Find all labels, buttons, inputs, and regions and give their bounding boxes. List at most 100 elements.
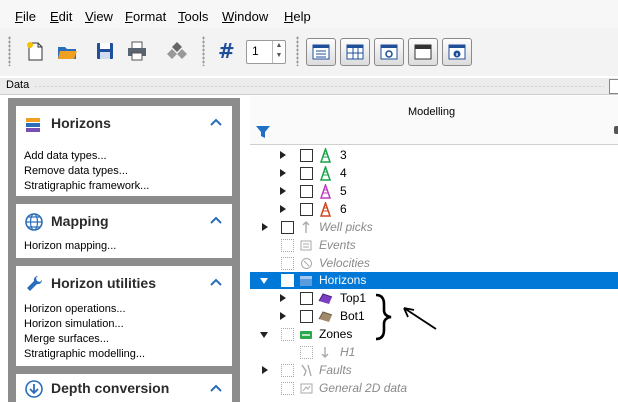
expand-arrow-icon[interactable]	[280, 169, 286, 177]
action-horizon-simulation[interactable]: Horizon simulation...	[24, 318, 124, 330]
wrench-icon	[27, 275, 43, 291]
card-header-horizon-utilities[interactable]: Horizon utilities	[16, 266, 232, 300]
tree-item-well-6[interactable]: 6	[250, 201, 618, 218]
collapse-chevron-icon[interactable]	[210, 383, 222, 393]
table-view-button[interactable]	[340, 38, 370, 66]
list-view-button[interactable]	[306, 38, 336, 66]
save-icon[interactable]	[94, 40, 116, 62]
panel-restore-icon[interactable]	[609, 79, 618, 94]
tree-item-velocities[interactable]: Velocities	[250, 255, 618, 272]
action-horizon-operations[interactable]: Horizon operations...	[24, 303, 126, 315]
tree-item-h1[interactable]: H1	[250, 344, 618, 361]
expand-arrow-icon[interactable]	[280, 312, 286, 320]
diamond-tool-icon[interactable]	[166, 40, 188, 62]
hash-icon[interactable]: #	[216, 40, 238, 62]
menu-edit[interactable]: Edit	[50, 9, 72, 24]
info-window-button[interactable]	[442, 38, 472, 66]
visibility-checkbox[interactable]	[300, 203, 313, 216]
collapse-chevron-icon[interactable]	[210, 277, 222, 287]
visibility-checkbox[interactable]	[281, 239, 294, 252]
expand-arrow-icon[interactable]	[280, 187, 286, 195]
visibility-checkbox[interactable]	[281, 221, 294, 234]
visibility-checkbox[interactable]	[300, 292, 313, 305]
menu-view[interactable]: View	[85, 9, 113, 24]
card-title: Depth conversion	[51, 380, 170, 396]
window-button[interactable]	[408, 38, 438, 66]
expand-arrow-icon[interactable]	[280, 294, 286, 302]
toolbar-grip[interactable]	[296, 36, 299, 66]
general-2d-data-icon	[300, 383, 313, 394]
menu-file[interactable]: File	[15, 9, 36, 24]
tree-item-label: Events	[319, 238, 356, 252]
stepper-arrows[interactable]: ▲ ▼	[272, 41, 285, 63]
action-stratigraphic-framework[interactable]: Stratigraphic framework...	[24, 180, 149, 192]
faults-icon	[301, 364, 312, 377]
tree-item-label: 4	[340, 166, 347, 180]
scroll-handle[interactable]	[614, 126, 618, 134]
expand-arrow-icon[interactable]	[262, 366, 268, 374]
visibility-checkbox[interactable]	[281, 382, 294, 395]
workflow-panel: Horizons Add data types... Remove data t…	[8, 98, 240, 402]
new-file-icon[interactable]	[24, 40, 46, 62]
menu-format[interactable]: Format	[125, 9, 166, 24]
globe-icon	[25, 213, 43, 231]
collapse-arrow-icon[interactable]	[260, 278, 268, 284]
card-title: Mapping	[51, 213, 109, 229]
tree-header: Modelling	[250, 96, 618, 144]
well-icon	[319, 184, 332, 199]
action-merge-surfaces[interactable]: Merge surfaces...	[24, 333, 109, 345]
action-stratigraphic-modelling[interactable]: Stratigraphic modelling...	[24, 348, 145, 360]
card-header-depth-conversion[interactable]: Depth conversion	[16, 374, 232, 402]
tree-item-well-picks[interactable]: Well picks	[250, 219, 618, 236]
tree-item-horizons[interactable]: Horizons	[250, 272, 618, 289]
visibility-checkbox[interactable]	[300, 346, 313, 359]
menu-help[interactable]: Help	[284, 9, 311, 24]
expand-arrow-icon[interactable]	[262, 223, 268, 231]
data-panel-titlebar[interactable]: Data	[0, 78, 618, 95]
action-remove-data-types[interactable]: Remove data types...	[24, 165, 128, 177]
menu-tools[interactable]: Tools	[178, 9, 208, 24]
tree-item-well-5[interactable]: 5	[250, 183, 618, 200]
settings-window-button[interactable]	[374, 38, 404, 66]
zones-icon	[300, 331, 312, 339]
horizons-icon	[26, 118, 40, 132]
expand-arrow-icon[interactable]	[280, 151, 286, 159]
action-add-data-types[interactable]: Add data types...	[24, 150, 107, 162]
tree-item-well-4[interactable]: 4	[250, 165, 618, 182]
visibility-checkbox[interactable]	[300, 149, 313, 162]
card-header-horizons[interactable]: Horizons	[16, 106, 232, 140]
tree-item-general-2d-data[interactable]: General 2D data	[250, 380, 618, 397]
tree-item-label: H1	[340, 345, 356, 359]
well-icon	[319, 148, 332, 163]
zone-marker-icon	[321, 347, 329, 358]
expand-arrow-icon[interactable]	[280, 205, 286, 213]
tree-column-header: Modelling	[408, 106, 456, 118]
filter-icon[interactable]	[255, 125, 271, 139]
toolbar-grip[interactable]	[8, 36, 11, 66]
card-horizons: Horizons Add data types... Remove data t…	[16, 106, 232, 196]
card-depth-conversion: Depth conversion	[16, 374, 232, 402]
tree-item-events[interactable]: Events	[250, 237, 618, 254]
horizon-surface-icon	[318, 311, 333, 322]
collapse-chevron-icon[interactable]	[210, 215, 222, 225]
toolbar-grip[interactable]	[202, 36, 205, 66]
window-icon	[414, 44, 432, 60]
open-folder-icon[interactable]	[56, 40, 78, 62]
visibility-checkbox[interactable]	[281, 274, 294, 287]
toolbar: # 1 ▲ ▼	[0, 28, 618, 76]
visibility-checkbox[interactable]	[300, 310, 313, 323]
visibility-checkbox[interactable]	[281, 328, 294, 341]
visibility-checkbox[interactable]	[300, 167, 313, 180]
card-header-mapping[interactable]: Mapping	[16, 204, 232, 238]
visibility-checkbox[interactable]	[281, 257, 294, 270]
print-icon[interactable]	[126, 40, 148, 62]
tree-item-faults[interactable]: Faults	[250, 362, 618, 379]
tree-item-well-3[interactable]: 3	[250, 147, 618, 164]
collapse-arrow-icon[interactable]	[260, 332, 268, 338]
collapse-chevron-icon[interactable]	[210, 117, 222, 127]
visibility-checkbox[interactable]	[281, 364, 294, 377]
visibility-checkbox[interactable]	[300, 185, 313, 198]
action-horizon-mapping[interactable]: Horizon mapping...	[24, 240, 116, 252]
menu-window[interactable]: Window	[222, 9, 268, 24]
number-stepper[interactable]: 1 ▲ ▼	[246, 40, 286, 64]
